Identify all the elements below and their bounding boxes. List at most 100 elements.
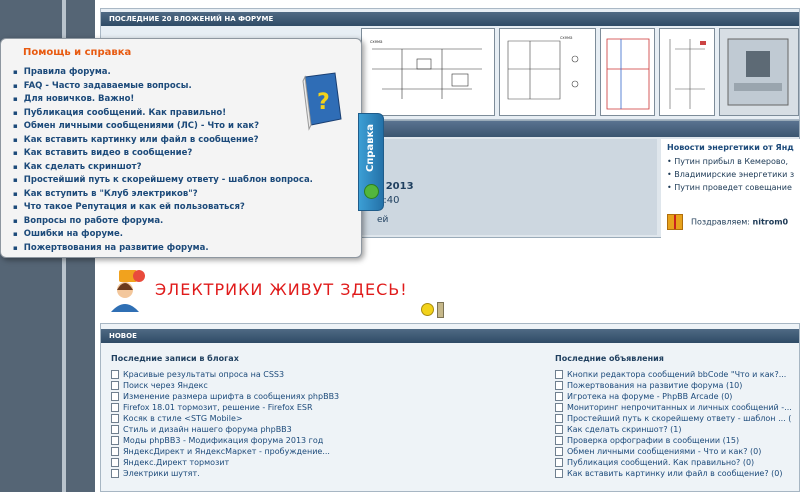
- help-link[interactable]: Обмен личными сообщениями (ЛС) - Что и к…: [13, 120, 313, 134]
- ad-item[interactable]: Простейший путь к скорейшему ответу - ша…: [555, 413, 799, 424]
- ad-item-text: Простейший путь к скорейшему ответу - ша…: [567, 414, 792, 423]
- news-title[interactable]: Новости энергетики от Янд: [667, 143, 794, 152]
- document-icon: [111, 436, 119, 445]
- help-tab[interactable]: Справка: [358, 113, 384, 211]
- document-icon: [555, 414, 563, 423]
- document-icon: [555, 381, 563, 390]
- help-link[interactable]: Публикация сообщений. Как правильно!: [13, 107, 313, 121]
- ad-item[interactable]: Игротека на форуме - PhpBB Arcade (0): [555, 391, 799, 402]
- bottle-icon: [437, 302, 444, 318]
- blog-item-text: Изменение размера шрифта в сообщениях ph…: [123, 392, 340, 401]
- ad-item-text: Мониторинг непрочитанных и личных сообще…: [567, 403, 792, 412]
- help-title: Помощь и справка: [23, 47, 132, 58]
- blog-item[interactable]: Косяк в стиле <STG Mobile>: [111, 413, 339, 424]
- help-link[interactable]: Правила форума.: [13, 66, 313, 80]
- attachment-thumbnail[interactable]: [659, 28, 715, 116]
- document-icon: [555, 370, 563, 379]
- ad-item-text: Проверка орфографии в сообщении (15): [567, 436, 740, 445]
- document-icon: [111, 392, 119, 401]
- help-tab-label: Справка: [365, 123, 376, 172]
- document-icon: [111, 403, 119, 412]
- attachment-thumbnail[interactable]: схема: [361, 28, 495, 116]
- document-icon: [111, 425, 119, 434]
- help-link[interactable]: Простейший путь к скорейшему ответу - ша…: [13, 174, 313, 188]
- blogs-title: Последние записи в блогах: [111, 354, 239, 363]
- blog-item[interactable]: Стиль и дизайн нашего форума phpBB3: [111, 424, 339, 435]
- help-link[interactable]: Вопросы по работе форума.: [13, 215, 313, 229]
- blog-item-text: Яндекс.Директ тормозит: [123, 458, 230, 467]
- attachment-thumbnail[interactable]: [719, 28, 799, 116]
- blog-item-text: Красивые результаты опроса на CSS3: [123, 370, 285, 379]
- blog-item[interactable]: Изменение размера шрифта в сообщениях ph…: [111, 391, 339, 402]
- blog-item[interactable]: Поиск через Яндекс: [111, 380, 339, 391]
- blog-item[interactable]: ЯндексДирект и ЯндексМаркет - пробуждени…: [111, 446, 339, 457]
- document-icon: [111, 414, 119, 423]
- congratulations: Поздравляем: nitrom0: [667, 214, 788, 230]
- news-item-text: Путин прибыл в Кемерово,: [674, 157, 789, 166]
- blog-item[interactable]: Firefox 18.01 тормозит, решение - Firefo…: [111, 402, 339, 413]
- help-link[interactable]: Как вставить картинку или файл в сообщен…: [13, 134, 313, 148]
- blog-item-text: Косяк в стиле <STG Mobile>: [123, 414, 243, 423]
- help-tab-icon: [364, 184, 379, 199]
- help-link[interactable]: FAQ - Часто задаваемые вопросы.: [13, 80, 313, 94]
- blog-item[interactable]: Электрики шутят.: [111, 468, 339, 479]
- question-book-icon: ?: [299, 71, 345, 131]
- help-link[interactable]: Ошибки на форуме.: [13, 228, 313, 242]
- ad-item-text: Пожертвования на развитие форума (10): [567, 381, 743, 390]
- document-icon: [111, 447, 119, 456]
- ad-item[interactable]: Обмен личными сообщениями - Что и как? (…: [555, 446, 799, 457]
- new-section: НОВОЕ Последние записи в блогах Красивые…: [100, 323, 800, 492]
- news-item[interactable]: • Путин прибыл в Кемерово,: [667, 157, 788, 166]
- document-icon: [555, 403, 563, 412]
- document-icon: [111, 381, 119, 390]
- ads-title: Последние объявления: [555, 354, 664, 363]
- ad-item[interactable]: Как сделать скриншот? (1): [555, 424, 799, 435]
- ads-list: Кнопки редактора сообщений bbCode "Что и…: [555, 369, 799, 479]
- congrats-user[interactable]: nitrom0: [753, 218, 789, 227]
- blog-item[interactable]: Красивые результаты опроса на CSS3: [111, 369, 339, 380]
- help-link[interactable]: Как вставить видео в сообщение?: [13, 147, 313, 161]
- electrician-avatar-icon: [105, 268, 149, 312]
- document-icon: [555, 425, 563, 434]
- help-link[interactable]: Что такое Репутация и как ей пользоватьс…: [13, 201, 313, 215]
- new-header: НОВОЕ: [101, 329, 799, 343]
- blog-item[interactable]: Моды phpBB3 - Модификация форума 2013 го…: [111, 435, 339, 446]
- news-item[interactable]: • Путин проведет совещание: [667, 183, 792, 192]
- blog-item-text: Firefox 18.01 тормозит, решение - Firefo…: [123, 403, 313, 412]
- document-icon: [555, 469, 563, 478]
- document-icon: [111, 370, 119, 379]
- document-icon: [111, 469, 119, 478]
- blog-list: Красивые результаты опроса на CSS3 Поиск…: [111, 369, 339, 479]
- help-link[interactable]: Пожертвования на развитие форума.: [13, 242, 313, 256]
- attachment-thumbnail[interactable]: [600, 28, 655, 116]
- blog-item-text: ЯндексДирект и ЯндексМаркет - пробуждени…: [123, 447, 330, 456]
- ad-item[interactable]: Проверка орфографии в сообщении (15): [555, 435, 799, 446]
- svg-text:схема: схема: [370, 39, 383, 44]
- ad-item-text: Как вставить картинку или файл в сообщен…: [567, 469, 783, 478]
- ad-item[interactable]: Публикация сообщений. Как правильно? (0): [555, 457, 799, 468]
- ad-item[interactable]: Кнопки редактора сообщений bbCode "Что и…: [555, 369, 799, 380]
- news-item-text: Владимирские энергетики з: [674, 170, 795, 179]
- help-link[interactable]: Как вступить в "Клуб электриков"?: [13, 188, 313, 202]
- document-icon: [555, 447, 563, 456]
- ad-item-text: Публикация сообщений. Как правильно? (0): [567, 458, 755, 467]
- attachment-thumbnail[interactable]: схема: [499, 28, 596, 116]
- help-link[interactable]: Для новичков. Важно!: [13, 93, 313, 107]
- news-item[interactable]: • Владимирские энергетики з: [667, 170, 794, 179]
- help-link[interactable]: Как сделать скриншот?: [13, 161, 313, 175]
- ad-item[interactable]: Мониторинг непрочитанных и личных сообще…: [555, 402, 799, 413]
- document-icon: [555, 392, 563, 401]
- ad-item[interactable]: Пожертвования на развитие форума (10): [555, 380, 799, 391]
- ad-item-text: Как сделать скриншот? (1): [567, 425, 682, 434]
- congrats-label: Поздравляем:: [691, 217, 750, 227]
- energy-news: Новости энергетики от Янд • Путин прибыл…: [661, 139, 800, 239]
- ad-item-text: Обмен личными сообщениями - Что и как? (…: [567, 447, 762, 456]
- document-icon: [555, 436, 563, 445]
- ad-item[interactable]: Как вставить картинку или файл в сообщен…: [555, 468, 799, 479]
- blog-item-text: Поиск через Яндекс: [123, 381, 208, 390]
- ad-item-text: Кнопки редактора сообщений bbCode "Что и…: [567, 370, 787, 379]
- blog-item-text: Стиль и дизайн нашего форума phpBB3: [123, 425, 292, 434]
- ad-item-text: Игротека на форуме - PhpBB Arcade (0): [567, 392, 733, 401]
- smiley-icon: [421, 303, 434, 316]
- blog-item[interactable]: Яндекс.Директ тормозит: [111, 457, 339, 468]
